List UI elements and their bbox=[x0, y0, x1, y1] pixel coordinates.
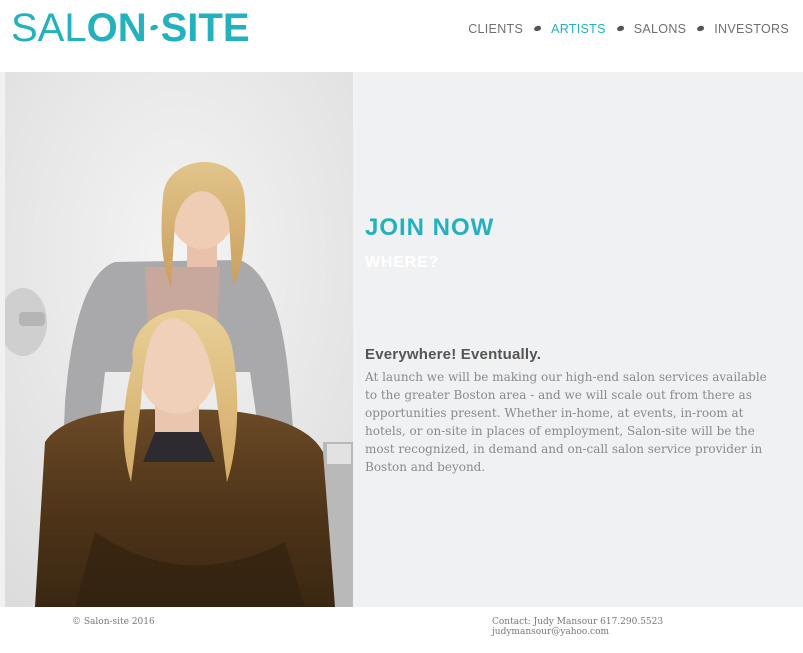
body-paragraph: At launch we will be making our high-end… bbox=[365, 370, 767, 474]
site-header: SAL ON SITE CLIENTS ARTISTS SALONS INVESTO… bbox=[0, 0, 803, 72]
logo-text-sal: SAL bbox=[11, 6, 87, 50]
section-heading: Everywhere! Eventually. bbox=[365, 346, 542, 363]
main-nav: CLIENTS ARTISTS SALONS INVESTORS bbox=[468, 20, 789, 38]
site-footer: © Salon-site 2016 Contact: Judy Mansour … bbox=[0, 607, 803, 653]
nav-item-artists[interactable]: ARTISTS bbox=[551, 22, 606, 36]
nav-item-clients[interactable]: CLIENTS bbox=[468, 22, 523, 36]
logo-drop-icon bbox=[147, 8, 161, 48]
logo-text-site: SITE bbox=[160, 6, 250, 50]
nav-item-salons[interactable]: SALONS bbox=[634, 22, 687, 36]
contact-info: Contact: Judy Mansour 617.290.5523 judym… bbox=[492, 617, 663, 637]
main-content: JOIN NOW WHERE? Everywhere! Eventually. … bbox=[0, 72, 803, 607]
logo-text-on: ON bbox=[86, 6, 147, 50]
salon-site-logo[interactable]: SAL ON SITE bbox=[11, 8, 250, 48]
contact-line: Contact: Judy Mansour 617.290.5523 bbox=[492, 617, 664, 627]
contact-email-link[interactable]: judymansour@yahoo.com bbox=[492, 627, 663, 637]
nav-separator-icon bbox=[686, 20, 714, 38]
hero-photo bbox=[5, 72, 353, 607]
nav-item-investors[interactable]: INVESTORS bbox=[714, 22, 789, 36]
section-subtitle: WHERE? bbox=[365, 254, 440, 271]
nav-separator-icon bbox=[606, 20, 634, 38]
page-title: JOIN NOW bbox=[365, 214, 495, 241]
nav-separator-icon bbox=[523, 20, 551, 38]
copyright-text: © Salon-site 2016 bbox=[72, 617, 155, 627]
